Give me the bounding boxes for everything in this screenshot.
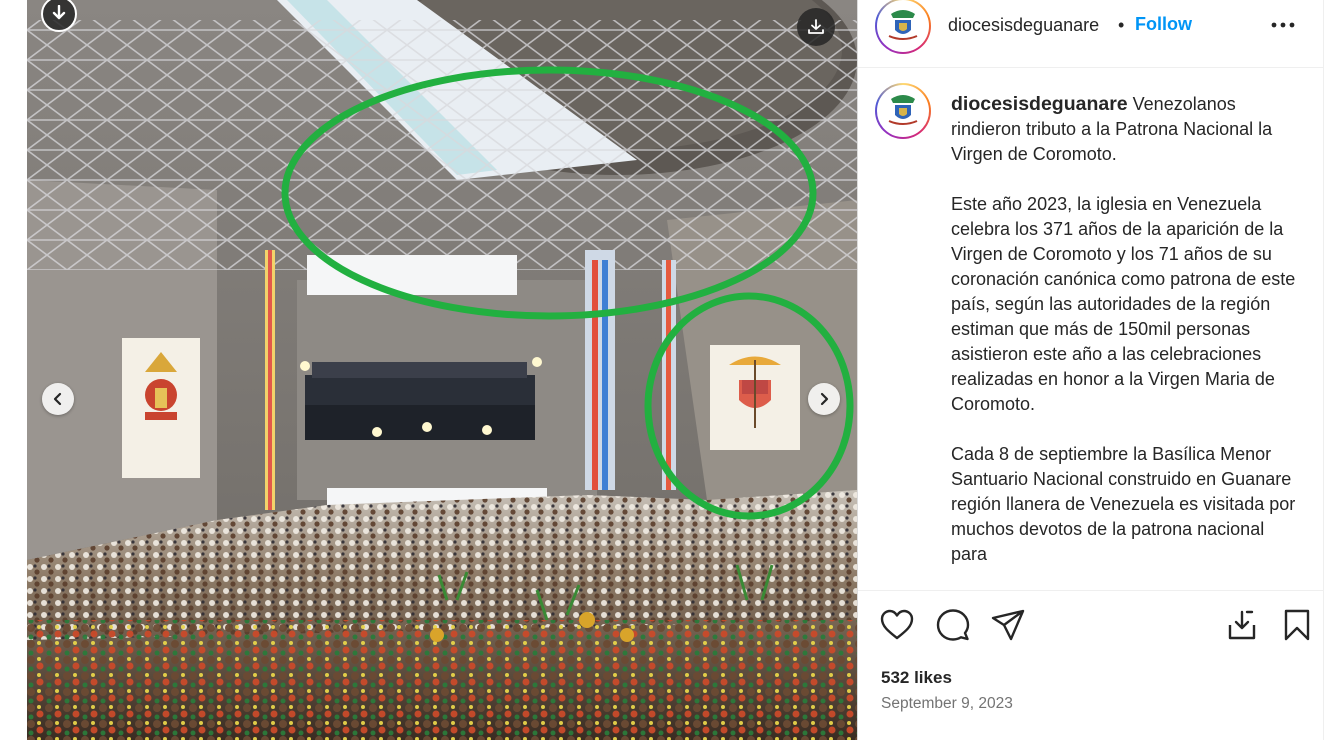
- previous-media-button[interactable]: [42, 383, 74, 415]
- download-icon: [1228, 610, 1256, 640]
- chevron-left-icon: [53, 392, 62, 406]
- comment-icon: [936, 609, 970, 641]
- basilica-photo: [27, 0, 857, 740]
- share-button[interactable]: [990, 607, 1026, 643]
- header-separator: •: [1118, 15, 1125, 35]
- post-header: diocesisdeguanare • Follow: [858, 0, 1324, 68]
- header-username[interactable]: diocesisdeguanare: [948, 15, 1099, 36]
- page-scrollbar[interactable]: [1323, 0, 1340, 740]
- caption-paragraph: Cada 8 de septiembre la Basílica Menor S…: [951, 444, 1296, 564]
- caption-paragraph: Este año 2023, la iglesia en Venezuela c…: [951, 194, 1296, 414]
- heart-icon: [880, 609, 914, 640]
- caption-username[interactable]: diocesisdeguanare: [951, 93, 1128, 115]
- action-bar: [858, 590, 1324, 662]
- paper-plane-icon: [991, 609, 1025, 641]
- post-date[interactable]: September 9, 2023: [881, 695, 1013, 713]
- diocese-crest-icon: [888, 95, 918, 125]
- caption-avatar[interactable]: [875, 83, 931, 139]
- more-options-button[interactable]: [1263, 12, 1303, 38]
- save-to-device-button[interactable]: [1224, 607, 1260, 643]
- media-download-button[interactable]: [797, 8, 835, 46]
- follow-button[interactable]: Follow: [1135, 14, 1192, 35]
- avatar[interactable]: [875, 0, 931, 54]
- like-button[interactable]: [879, 607, 915, 643]
- more-horizontal-icon: [1271, 22, 1295, 28]
- diocese-crest-icon: [888, 10, 918, 40]
- bookmark-icon: [1284, 609, 1310, 641]
- next-media-button[interactable]: [808, 383, 840, 415]
- comment-button[interactable]: [935, 607, 971, 643]
- post-side-panel: diocesisdeguanare • Follow diocesisdegua…: [857, 0, 1324, 740]
- download-icon: [808, 19, 824, 34]
- page-margin: [0, 0, 27, 740]
- post-caption: diocesisdeguanare Venezolanos rindieron …: [951, 92, 1296, 590]
- post-media[interactable]: [27, 0, 857, 740]
- likes-count[interactable]: 532 likes: [881, 668, 952, 688]
- bookmark-button[interactable]: [1279, 607, 1315, 643]
- chevron-right-icon: [820, 392, 829, 406]
